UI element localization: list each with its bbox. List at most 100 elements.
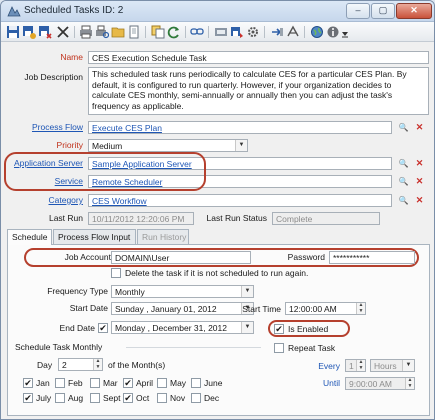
month-checkbox[interactable] — [157, 393, 167, 403]
save-icon[interactable] — [6, 25, 20, 39]
month-label: April — [136, 378, 154, 388]
category-label[interactable]: Category — [49, 195, 84, 205]
frequency-type-dropdown[interactable]: Monthly ▼ — [111, 285, 254, 298]
last-run-label: Last Run — [48, 213, 83, 223]
delete-task-checkbox[interactable] — [111, 268, 121, 278]
service-field[interactable]: Remote Scheduler — [88, 175, 392, 188]
month-checkbox[interactable] — [157, 378, 167, 388]
tab-process-flow-input[interactable]: Process Flow Input — [53, 229, 136, 244]
day-label: Day — [37, 360, 53, 370]
tab-schedule[interactable]: Schedule — [7, 229, 52, 245]
refresh-icon[interactable] — [167, 25, 181, 39]
chevron-down-icon[interactable]: ▼ — [235, 140, 247, 151]
find-next-icon[interactable] — [230, 25, 244, 39]
service-lookup-icon[interactable]: 🔍 — [398, 176, 409, 187]
month-checkbox[interactable] — [55, 393, 65, 403]
copy-icon[interactable] — [151, 25, 165, 39]
end-date-checkbox[interactable]: ✔ — [98, 323, 108, 333]
find-icon[interactable] — [214, 25, 228, 39]
month-checkbox[interactable] — [191, 393, 201, 403]
service-clear-icon[interactable]: ✕ — [414, 176, 425, 187]
process-flow-field[interactable]: Execute CES Plan — [88, 121, 392, 134]
category-field[interactable]: CES Workflow — [88, 194, 392, 207]
month-checkbox[interactable] — [55, 378, 65, 388]
is-enabled-label: Is Enabled — [288, 324, 329, 334]
day-field[interactable]: 2 ▲ ▼ — [58, 358, 103, 371]
of-month-label: of the Month(s) — [108, 360, 166, 370]
start-date-picker[interactable]: Sunday , January 01, 2012 ▼ — [111, 302, 254, 315]
spinner-icon: ▲ ▼ — [356, 360, 365, 371]
month-checkbox[interactable]: ✔ — [23, 378, 33, 388]
minimize-button[interactable]: – — [346, 3, 370, 19]
process-flow-clear-icon[interactable]: ✕ — [414, 122, 425, 133]
scheduler-app-icon — [7, 6, 21, 17]
service-label[interactable]: Service — [55, 176, 83, 186]
process-flow-lookup-icon[interactable]: 🔍 — [398, 122, 409, 133]
frequency-type-value: Monthly — [115, 287, 145, 297]
name-field[interactable]: CES Execution Schedule Task — [88, 51, 429, 64]
month-label: Jan — [36, 378, 50, 388]
month-label: Oct — [136, 393, 150, 403]
application-server-label[interactable]: Application Server — [14, 158, 83, 168]
info-icon[interactable] — [326, 25, 340, 39]
spinner-icon[interactable]: ▲ ▼ — [93, 359, 102, 370]
delete-task-label: Delete the task if it is not scheduled t… — [125, 268, 309, 278]
spell-check-icon[interactable] — [286, 25, 300, 39]
job-description-field[interactable]: This scheduled task runs periodically to… — [88, 67, 429, 115]
month-checkbox[interactable] — [90, 378, 100, 388]
category-clear-icon[interactable]: ✕ — [414, 195, 425, 206]
folder-icon[interactable] — [111, 25, 125, 39]
month-label: Nov — [170, 393, 186, 403]
is-enabled-checkbox[interactable]: ✔ — [274, 324, 284, 334]
globe-icon[interactable] — [310, 25, 324, 39]
title-bar: Scheduled Tasks ID: 2 – ▢ ✕ — [1, 1, 434, 22]
priority-dropdown[interactable]: Medium ▼ — [88, 139, 248, 152]
month-label: May — [170, 378, 187, 388]
every-unit-value: Hours — [374, 361, 397, 371]
application-server-lookup-icon[interactable]: 🔍 — [398, 158, 409, 169]
month-label: Feb — [68, 378, 83, 388]
priority-value: Medium — [92, 141, 123, 151]
end-date-picker[interactable]: Monday , December 31, 2012 ▼ — [111, 321, 254, 334]
month-label: July — [36, 393, 52, 403]
start-time-field[interactable]: 12:00:00 AM ▲ ▼ — [285, 302, 366, 315]
month-checkbox[interactable]: ✔ — [123, 393, 133, 403]
save-close-icon[interactable] — [38, 25, 52, 39]
job-account-field[interactable]: DOMAIN\User — [111, 251, 251, 264]
spinner-icon[interactable]: ▲ ▼ — [356, 303, 365, 314]
maximize-button[interactable]: ▢ — [371, 3, 395, 19]
chevron-down-icon[interactable]: ▼ — [241, 286, 253, 297]
settings-icon[interactable] — [246, 25, 260, 39]
section-divider — [126, 347, 261, 348]
close-button[interactable]: ✕ — [396, 3, 432, 19]
document-icon[interactable] — [127, 25, 141, 39]
link-icon[interactable] — [190, 25, 204, 39]
category-lookup-icon[interactable]: 🔍 — [398, 195, 409, 206]
password-field[interactable]: *********** — [329, 251, 415, 264]
repeat-task-checkbox[interactable] — [274, 343, 284, 353]
chevron-down-icon[interactable]: ▼ — [241, 322, 253, 333]
process-flow-label[interactable]: Process Flow — [32, 122, 83, 132]
month-checkbox[interactable]: ✔ — [123, 378, 133, 388]
tab-run-history[interactable]: Run History — [137, 229, 189, 244]
print-preview-icon[interactable] — [95, 25, 109, 39]
scheduled-task-window: Scheduled Tasks ID: 2 – ▢ ✕ Name CES Exe… — [0, 0, 435, 420]
every-unit-dropdown: Hours ▼ — [370, 359, 415, 372]
application-server-clear-icon[interactable]: ✕ — [414, 158, 425, 169]
overflow-icon[interactable] — [341, 25, 349, 39]
frequency-type-label: Frequency Type — [47, 286, 108, 296]
save-new-icon[interactable] — [22, 25, 36, 39]
month-checkbox[interactable] — [191, 378, 201, 388]
arrow-icon[interactable] — [270, 25, 284, 39]
print-icon[interactable] — [79, 25, 93, 39]
last-run-field: 10/11/2012 12:20:06 PM — [88, 212, 194, 225]
application-server-field[interactable]: Sample Application Server — [88, 157, 392, 170]
repeat-task-label: Repeat Task — [288, 343, 336, 353]
window-title: Scheduled Tasks ID: 2 — [24, 5, 124, 16]
every-label: Every — [318, 361, 340, 371]
until-label: Until — [322, 378, 340, 388]
delete-icon[interactable] — [56, 25, 70, 39]
month-checkbox[interactable] — [90, 393, 100, 403]
month-checkbox[interactable]: ✔ — [23, 393, 33, 403]
start-date-label: Start Date — [69, 303, 108, 313]
